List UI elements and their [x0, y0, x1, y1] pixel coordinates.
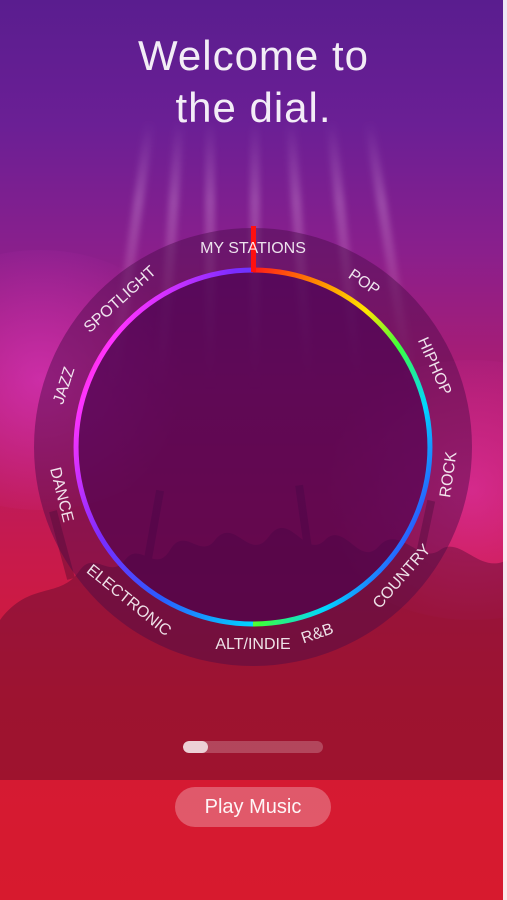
progress-fill: [183, 741, 209, 753]
welcome-screen: Welcome to the dial. MY STATIONS POP HIP…: [0, 0, 507, 900]
title-line-2: the dial.: [175, 84, 332, 131]
progress-bar: [183, 741, 323, 753]
welcome-title: Welcome to the dial.: [0, 30, 507, 134]
screen-edge: [503, 0, 507, 900]
play-music-button[interactable]: Play Music: [175, 787, 331, 827]
station-dial[interactable]: MY STATIONSPOPHIPHOPROCKCOUNTRYR&BALT/IN…: [33, 222, 473, 672]
title-line-1: Welcome to: [138, 32, 369, 79]
station-label-my-stations[interactable]: MY STATIONS: [200, 240, 306, 257]
station-label-alt-indie[interactable]: ALT/INDIE: [215, 636, 290, 653]
